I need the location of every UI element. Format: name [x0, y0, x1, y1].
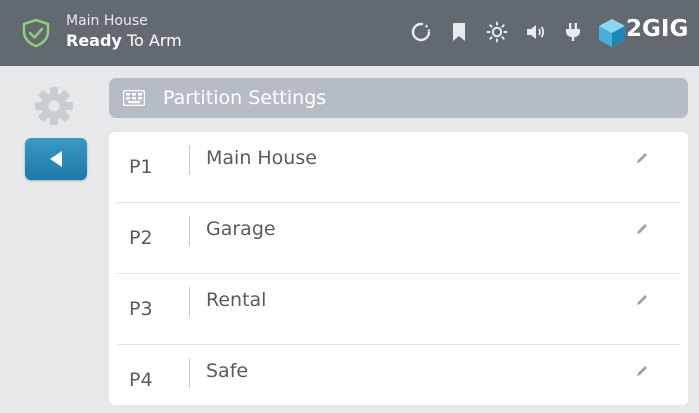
partition-id: P3: [129, 298, 153, 320]
arm-status: Ready To Arm: [66, 30, 182, 51]
arm-status-rest: To Arm: [121, 31, 182, 50]
cube-logo-icon: [599, 19, 625, 47]
partition-name: Main House: [206, 147, 317, 169]
partition-id: P4: [129, 369, 153, 391]
power-plug-icon[interactable]: [562, 21, 584, 43]
back-button[interactable]: [25, 138, 87, 180]
partition-row[interactable]: P2 Garage: [109, 203, 688, 274]
page-title: Partition Settings: [163, 87, 327, 109]
partition-name: Rental: [206, 289, 267, 311]
row-divider-vertical: [189, 358, 190, 388]
row-divider-vertical: [189, 216, 190, 246]
pencil-edit-icon[interactable]: [635, 364, 649, 378]
row-divider-vertical: [189, 287, 190, 317]
keypad-icon: [123, 90, 145, 106]
partition-row[interactable]: P1 Main House: [109, 132, 688, 203]
arm-status-bold: Ready: [66, 31, 122, 50]
brightness-icon[interactable]: [486, 21, 508, 43]
back-arrow-icon: [50, 151, 62, 167]
location-label: Main House: [66, 13, 148, 29]
system-status: Main House Ready To Arm: [66, 13, 182, 51]
pencil-edit-icon[interactable]: [635, 151, 649, 165]
partition-id: P1: [129, 156, 153, 178]
partition-name: Safe: [206, 360, 249, 382]
brand-logo: 2GIG: [598, 14, 698, 50]
partition-row[interactable]: P4 Safe: [109, 345, 688, 413]
status-bar: Main House Ready To Arm 2GIG: [0, 0, 699, 66]
pencil-edit-icon[interactable]: [635, 293, 649, 307]
bookmark-icon[interactable]: [448, 21, 470, 43]
partition-name: Garage: [206, 218, 276, 240]
row-divider-vertical: [189, 145, 190, 175]
brand-name: 2GIG: [626, 16, 689, 42]
section-header: Partition Settings: [109, 78, 688, 118]
sync-icon[interactable]: [410, 21, 432, 43]
partition-id: P2: [129, 227, 153, 249]
partition-row[interactable]: P3 Rental: [109, 274, 688, 345]
volume-icon[interactable]: [524, 21, 546, 43]
gear-icon[interactable]: [32, 84, 76, 128]
shield-check-icon: [22, 18, 50, 48]
partition-list: P1 Main House P2 Garage P3 Rental P4 Saf…: [109, 132, 688, 405]
pencil-edit-icon[interactable]: [635, 222, 649, 236]
